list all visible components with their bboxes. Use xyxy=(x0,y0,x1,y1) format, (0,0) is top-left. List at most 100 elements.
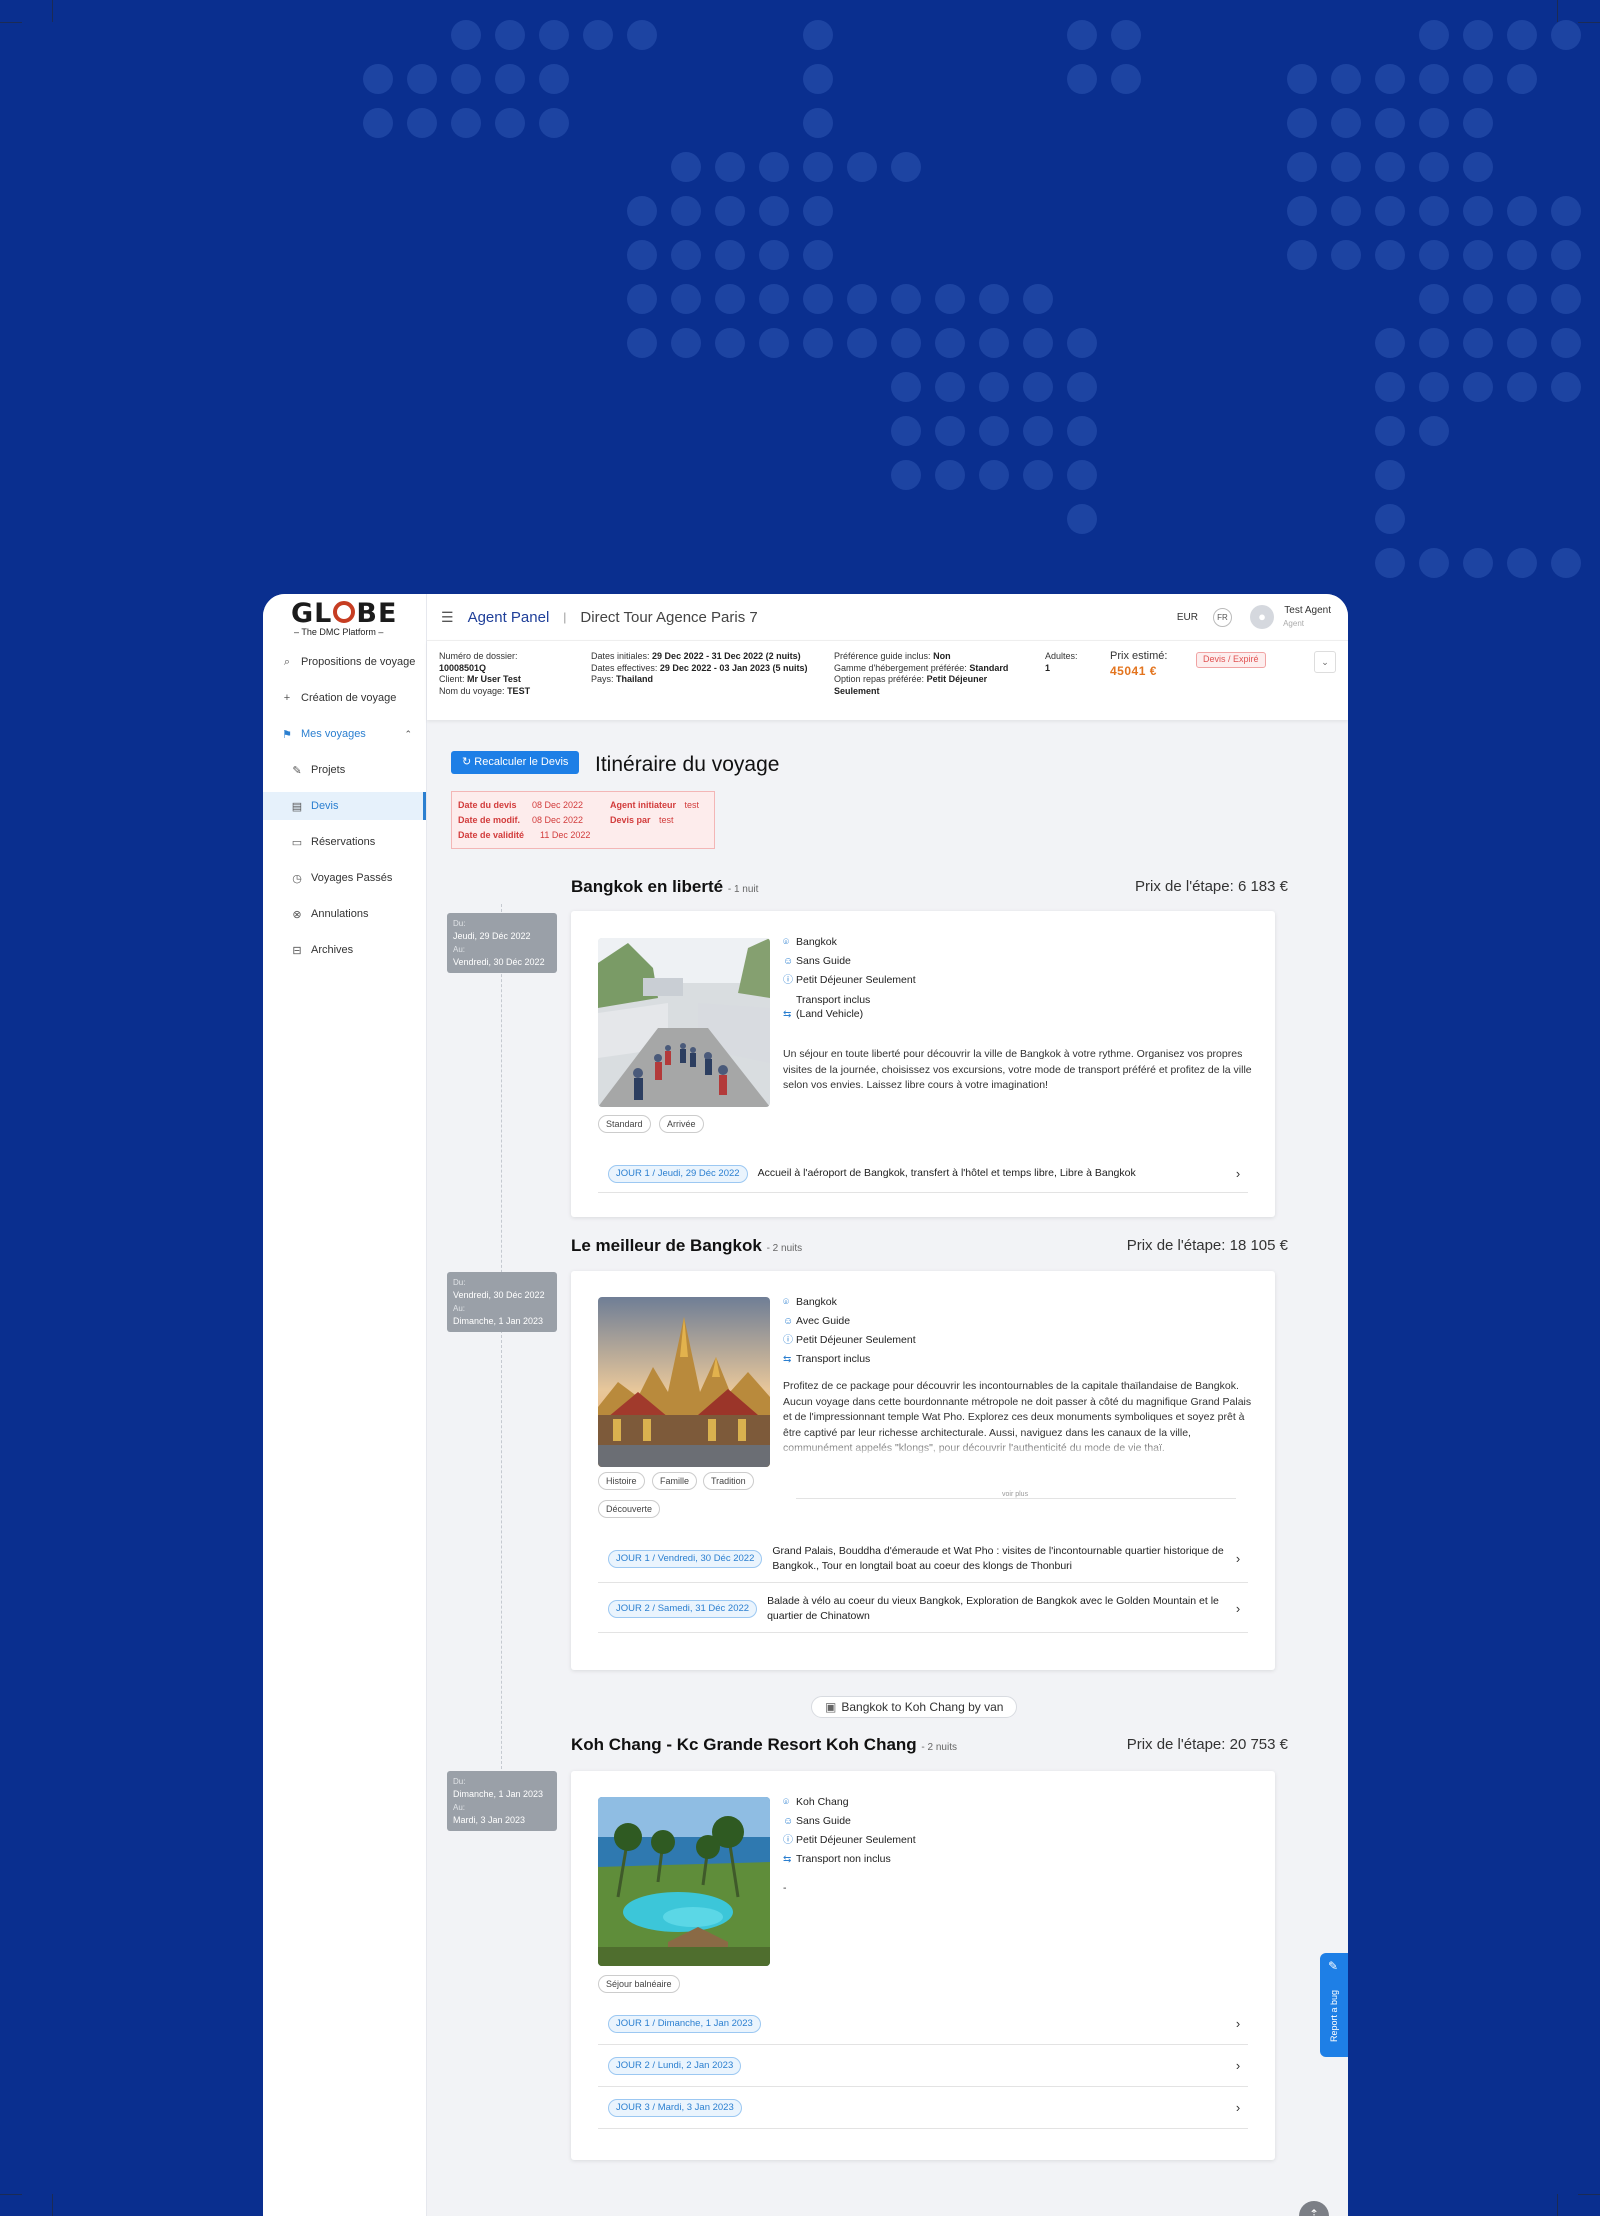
map-dot xyxy=(803,284,833,314)
sidebar-item-voyages-passes[interactable]: ◷ Voyages Passés xyxy=(263,864,426,892)
map-dot xyxy=(1287,64,1317,94)
sidebar-item-propositions[interactable]: ⌕ Propositions de voyage xyxy=(263,648,426,676)
day-row[interactable]: JOUR 1 / Vendredi, 30 Déc 2022 Grand Pal… xyxy=(598,1535,1248,1583)
map-dot xyxy=(1419,372,1449,402)
map-dot xyxy=(627,284,657,314)
day-row[interactable]: JOUR 1 / Jeudi, 29 Déc 2022 Accueil à l'… xyxy=(598,1155,1248,1193)
stage-nights: - 1 nuit xyxy=(727,884,759,895)
avatar[interactable]: ● xyxy=(1250,605,1274,629)
stage-meal: Petit Déjeuner Seulement xyxy=(796,1834,916,1846)
menu-toggle-icon[interactable]: ☰ xyxy=(441,609,454,626)
sidebar-item-devis[interactable]: ▤ Devis xyxy=(263,792,426,820)
stage-location: Bangkok xyxy=(796,1296,837,1308)
stage-location: Bangkok xyxy=(796,936,837,948)
stage-dates: Du: Dimanche, 1 Jan 2023 Au: Mardi, 3 Jan … xyxy=(447,1771,557,1831)
crop-mark xyxy=(0,2194,22,2195)
map-dot xyxy=(1419,64,1449,94)
stage-transport: Transport inclus xyxy=(796,1353,871,1365)
map-dot xyxy=(451,20,481,50)
map-dot xyxy=(891,416,921,446)
stage-title: Le meilleur de Bangkok - 2 nuits xyxy=(571,1236,803,1255)
sidebar-item-mes-voyages[interactable]: ⚑ Mes voyages ⌃ xyxy=(263,720,426,748)
map-dot xyxy=(1375,372,1405,402)
stage-price: Prix de l'étape: 6 183 € xyxy=(1135,878,1288,895)
dates-effective-label: Dates effectives: xyxy=(591,662,658,673)
map-dot xyxy=(363,64,393,94)
scroll-top-button[interactable]: ⇡ xyxy=(1299,2201,1329,2216)
info-icon: ⓘ xyxy=(783,1835,793,1846)
app-window: GL BE – The DMC Platform – ⌕ Propositions … xyxy=(263,594,1348,2216)
ticket-icon: ▭ xyxy=(291,836,303,849)
page-title: Itinéraire du voyage xyxy=(595,753,780,776)
map-dot xyxy=(1551,284,1581,314)
map-dot xyxy=(1375,548,1405,578)
map-dot xyxy=(1067,20,1097,50)
map-dot xyxy=(1067,460,1097,490)
map-dot xyxy=(1419,328,1449,358)
stage-nights: - 2 nuits xyxy=(766,1243,803,1254)
stage-dates: Du: Jeudi, 29 Déc 2022 Au: Vendredi, 30 Dé… xyxy=(447,913,557,973)
stage-transport-detail: (Land Vehicle) xyxy=(796,1008,864,1020)
agent-panel-link[interactable]: Agent Panel xyxy=(468,609,550,626)
location-pin-icon: ⌾ xyxy=(783,937,789,948)
map-dot xyxy=(1419,108,1449,138)
plus-icon: + xyxy=(283,692,291,704)
map-dot xyxy=(1551,328,1581,358)
sidebar-item-annulations[interactable]: ⊗ Annulations xyxy=(263,900,426,928)
map-dot xyxy=(1419,284,1449,314)
status-badge: Devis / Expiré xyxy=(1196,652,1266,668)
report-bug-button[interactable]: ✎ Report a bug xyxy=(1320,1953,1348,2057)
map-dot xyxy=(1375,196,1405,226)
map-dot xyxy=(1507,240,1537,270)
stage-card: ⌾ Bangkok ☺ Avec Guide ⓘ Petit Déjeuner Seu… xyxy=(571,1271,1275,1670)
day-row[interactable]: JOUR 1 / Dimanche, 1 Jan 2023 › xyxy=(598,2003,1248,2045)
map-dot xyxy=(1023,284,1053,314)
stage-tag: Standard xyxy=(598,1115,651,1133)
client-label: Client: xyxy=(439,674,465,684)
date-validite: 11 Dec 2022 xyxy=(540,830,591,840)
expand-details-button[interactable]: ⌄ xyxy=(1314,651,1336,673)
day-row[interactable]: JOUR 2 / Lundi, 2 Jan 2023 › xyxy=(598,2045,1248,2087)
map-dot xyxy=(1023,372,1053,402)
stage-meal: Petit Déjeuner Seulement xyxy=(796,1334,916,1346)
sidebar-item-projets[interactable]: ✎ Projets xyxy=(263,756,426,784)
day-row[interactable]: JOUR 2 / Samedi, 31 Déc 2022 Balade à vé… xyxy=(598,1585,1248,1633)
search-icon: ⌕ xyxy=(283,655,291,668)
recalc-button[interactable]: ↻ Recalculer le Devis xyxy=(451,751,580,774)
crop-mark xyxy=(1557,2194,1558,2216)
map-dot xyxy=(847,152,877,182)
top-bar: ☰ Agent Panel | Direct Tour Agence Paris… xyxy=(427,594,1348,640)
map-dot xyxy=(847,284,877,314)
map-dot xyxy=(1507,64,1537,94)
report-bug-label: Report a bug xyxy=(1329,1989,1339,2043)
day-row[interactable]: JOUR 3 / Mardi, 3 Jan 2023 › xyxy=(598,2087,1248,2129)
map-dot xyxy=(1463,108,1493,138)
map-dot xyxy=(1419,152,1449,182)
map-dot xyxy=(539,108,569,138)
map-dot xyxy=(803,20,833,50)
date-modif: 08 Dec 2022 xyxy=(532,815,584,825)
map-dot xyxy=(1375,328,1405,358)
see-more-link[interactable]: voir plus xyxy=(996,1491,1035,1498)
chevron-right-icon: › xyxy=(1235,2100,1241,2115)
hebergement: Standard xyxy=(969,662,1009,673)
currency-selector[interactable]: EUR xyxy=(1177,612,1198,623)
refresh-icon: ↻ xyxy=(462,756,472,768)
map-dot xyxy=(1463,328,1493,358)
map-dot xyxy=(1375,416,1405,446)
stage-dates: Du: Vendredi, 30 Déc 2022 Au: Dimanche, 1 … xyxy=(447,1272,557,1332)
logo[interactable]: GL BE – The DMC Platform – xyxy=(263,594,426,646)
map-dot xyxy=(979,460,1009,490)
sidebar-item-creation[interactable]: + Création de voyage xyxy=(263,684,426,712)
stage-nights: - 2 nuits xyxy=(921,1742,957,1753)
map-dot xyxy=(891,284,921,314)
market-street-image xyxy=(598,938,770,1107)
map-dot xyxy=(539,64,569,94)
document-icon: ▤ xyxy=(291,800,303,813)
sidebar-item-reservations[interactable]: ▭ Réservations xyxy=(263,828,426,856)
sidebar-item-archives[interactable]: ⊟ Archives xyxy=(263,936,426,964)
stage-location: Koh Chang xyxy=(796,1796,849,1808)
stage-title: Koh Chang - Kc Grande Resort Koh Chang -… xyxy=(571,1735,957,1754)
day-pill: JOUR 2 / Samedi, 31 Déc 2022 xyxy=(608,1599,758,1618)
language-selector[interactable]: FR xyxy=(1213,607,1232,627)
